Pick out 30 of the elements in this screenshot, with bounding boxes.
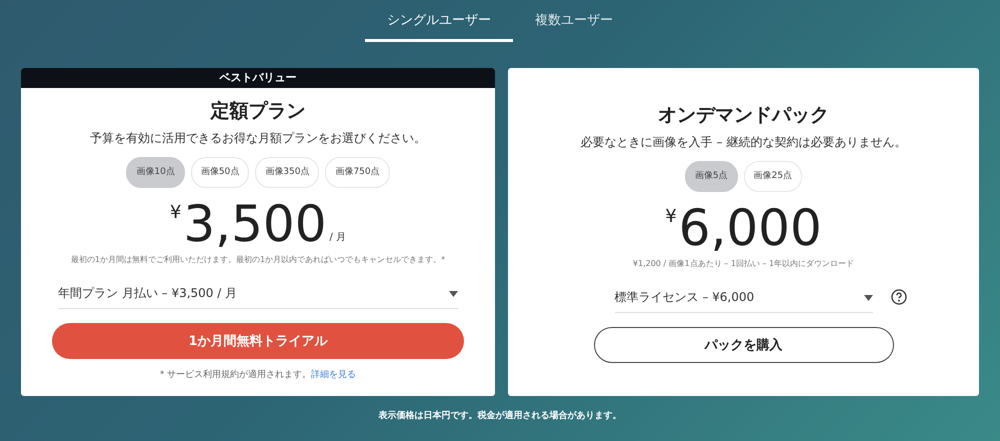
trial-button[interactable]: 1か月間無料トライアル <box>52 323 464 359</box>
plan-subtitle: 必要なときに画像を入手 – 継続的な契約は必要ありません。 <box>580 134 906 151</box>
price-period: / 月 <box>330 231 346 244</box>
price-amount: 3,500 <box>183 198 327 250</box>
quantity-option[interactable]: 画像25点 <box>744 161 802 192</box>
buy-button[interactable]: パックを購入 <box>594 327 894 363</box>
plan-dropdown[interactable]: 標準ライセンス – ¥6,000 <box>614 281 872 313</box>
user-tab[interactable]: シングルユーザー <box>365 6 513 42</box>
currency-symbol: ¥ <box>170 202 182 223</box>
price-note: 最初の1か月間は無料でご利用いただけます。最初の1か月以内であればいつでもキャンセルできます。* <box>70 254 446 265</box>
quantity-option[interactable]: 画像5点 <box>684 161 738 192</box>
plan-title: 定額プラン <box>210 99 306 124</box>
currency-symbol: ¥ <box>665 206 677 227</box>
best-value-banner: ベストバリュー <box>21 68 495 88</box>
plan-dropdown[interactable]: 年間プラン 月払い – ¥3,500 / 月 <box>58 277 458 309</box>
terms-note: * サービス利用規約が適用されます。詳細を見る <box>160 369 356 382</box>
quantity-option[interactable]: 画像750点 <box>325 157 390 188</box>
price-note: ¥1,200 / 画像1点あたり – 1回払い – 1年以内にダウンロード <box>632 258 854 269</box>
price-amount: 6,000 <box>678 202 822 254</box>
caret-icon <box>449 290 458 296</box>
caret-icon <box>864 294 872 300</box>
footer-note: 表示価格は日本円です。税金が適用される場合があります。 <box>378 409 622 422</box>
user-tab[interactable]: 複数ユーザー <box>513 6 635 42</box>
quantity-option[interactable]: 画像10点 <box>126 157 185 188</box>
plan-title: オンデマンドパック <box>658 103 829 128</box>
help-icon[interactable] <box>890 289 906 305</box>
details-link[interactable]: 詳細を見る <box>311 370 356 380</box>
plan-subtitle: 予算を有効に活用できるお得な月額プランをお選びください。 <box>90 130 426 147</box>
quantity-option[interactable]: 画像50点 <box>190 157 250 188</box>
quantity-option[interactable]: 画像350点 <box>255 157 320 188</box>
